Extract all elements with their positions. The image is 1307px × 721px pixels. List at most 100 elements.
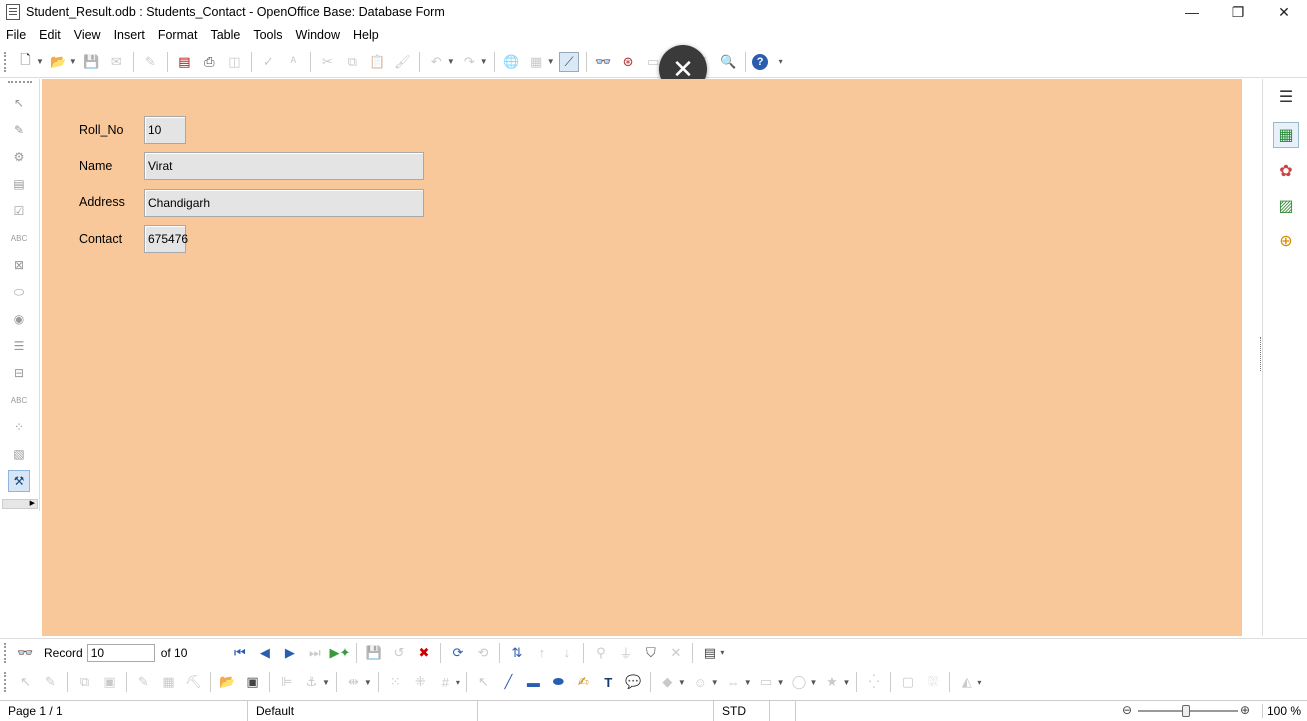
list-box-icon[interactable]: ☰ [8, 335, 30, 357]
combo-box-icon[interactable]: ⊟ [8, 362, 30, 384]
last-record-icon[interactable]: ⏭ [305, 643, 325, 663]
callout-shapes-icon[interactable]: ◯ [789, 672, 809, 692]
find-record-icon[interactable]: 👓 [16, 643, 36, 663]
chevron-down-icon[interactable]: ▼ [777, 678, 785, 687]
page-style-indicator[interactable]: Default [248, 700, 478, 721]
print-preview-icon[interactable]: ◫ [224, 52, 244, 72]
toolbar-grip[interactable] [8, 81, 32, 84]
toolbar-overflow-icon[interactable]: ▾ [779, 57, 783, 66]
wizards-icon[interactable]: ⚒ [8, 470, 30, 492]
first-record-icon[interactable]: ⏮ [230, 643, 250, 663]
address-field[interactable]: Chandigarh [144, 189, 424, 217]
chevron-down-icon[interactable]: ▼ [547, 57, 555, 66]
block-arrows-icon[interactable]: ⇔ [723, 672, 743, 692]
design-mode-icon[interactable]: ✎ [8, 119, 30, 141]
chevron-down-icon[interactable]: ▼ [322, 678, 330, 687]
helplines-icon[interactable]: # [435, 672, 455, 692]
menu-tools[interactable]: Tools [253, 28, 282, 42]
cut-icon[interactable]: ✂ [317, 52, 337, 72]
grid-icon[interactable]: ⁙ [385, 672, 405, 692]
zoom-level[interactable]: 100 % [1262, 704, 1301, 718]
toolbar-overflow-icon[interactable]: ▾ [456, 678, 460, 687]
find-binoculars-icon[interactable]: 👓 [593, 52, 613, 72]
autospell-icon[interactable]: ᴬ [283, 52, 303, 72]
menu-file[interactable]: File [6, 28, 26, 42]
sort-descending-icon[interactable]: ↓ [557, 643, 577, 663]
maximize-button[interactable]: ❐ [1215, 0, 1261, 24]
draw-functions-icon[interactable]: ⟋ [559, 51, 580, 72]
sidebar-menu-icon[interactable]: ☰ [1273, 84, 1299, 110]
from-file-icon[interactable]: ⛆ [923, 672, 943, 692]
properties-icon[interactable]: ▦ [1273, 122, 1299, 148]
menu-window[interactable]: Window [296, 28, 340, 42]
page-indicator[interactable]: Page 1 / 1 [0, 700, 248, 721]
freeform-line-icon[interactable]: ✍ [573, 672, 593, 692]
chevron-down-icon[interactable]: ▼ [810, 678, 818, 687]
help-icon[interactable]: ? [752, 53, 769, 70]
chevron-down-icon[interactable]: ▼ [480, 57, 488, 66]
styles-icon[interactable]: ✿ [1273, 158, 1299, 184]
rectangle-icon[interactable]: ▬ [523, 672, 543, 692]
form-properties-icon[interactable]: ▤ [8, 173, 30, 195]
menu-edit[interactable]: Edit [39, 28, 61, 42]
navigator-compass-icon[interactable]: ⊕ [1273, 228, 1299, 254]
new-document-icon[interactable]: 🗋 [16, 52, 36, 72]
redo-icon[interactable]: ↷ [459, 52, 479, 72]
export-pdf-icon[interactable]: ▤ [174, 52, 194, 72]
menu-table[interactable]: Table [210, 28, 240, 42]
open-design-folder-icon[interactable]: 📂 [218, 672, 238, 692]
select-icon[interactable]: ↖ [16, 672, 36, 692]
spellcheck-icon[interactable]: ✓ [258, 52, 278, 72]
data-source-as-table-icon[interactable]: ▤ [700, 643, 720, 663]
sort-ascending-icon[interactable]: ↑ [532, 643, 552, 663]
checkbox-icon[interactable]: ☑ [8, 200, 30, 222]
vertical-scrollbar[interactable] [1242, 79, 1262, 636]
save-icon[interactable]: 💾 [81, 52, 101, 72]
callouts-icon[interactable]: 💬 [623, 672, 643, 692]
selection-mode-indicator[interactable]: STD [714, 700, 770, 721]
toolbar-overflow-icon[interactable]: ▾ [977, 678, 981, 687]
toolbar-grip[interactable] [4, 51, 7, 72]
autofilter-icon[interactable]: ⚲ [591, 643, 611, 663]
reset-filter-icon[interactable]: ✕ [666, 643, 686, 663]
formatted-field-icon[interactable]: ⊠ [8, 254, 30, 276]
zoom-out-icon[interactable]: ⊖ [1122, 703, 1132, 717]
undo-icon[interactable]: ↶ [426, 52, 446, 72]
navigator-icon[interactable]: ⊛ [618, 52, 638, 72]
refresh-control-icon[interactable]: ⟲ [473, 643, 493, 663]
sidebar-resize-handle[interactable] [1260, 337, 1265, 371]
bring-to-front-icon[interactable]: ⧉ [75, 672, 95, 692]
new-record-icon[interactable]: ▶✦ [329, 643, 350, 663]
record-number-input[interactable]: 10 [86, 643, 155, 662]
label-field-icon[interactable]: ABC [8, 389, 30, 411]
open-folder-icon[interactable]: 📂 [48, 52, 68, 72]
ellipse-icon[interactable]: ⬬ [548, 672, 568, 692]
close-window-button[interactable]: ✕ [1261, 0, 1307, 24]
contact-field[interactable]: 675476 [144, 225, 188, 253]
position-size-icon[interactable]: ⇹ [343, 672, 363, 692]
fontwork-icon[interactable]: ▢ [898, 672, 918, 692]
toolbar-scroll-arrow[interactable]: ▶ [2, 499, 38, 509]
refresh-icon[interactable]: ⟳ [448, 643, 468, 663]
minimize-button[interactable]: — [1169, 0, 1215, 24]
stars-icon[interactable]: ★ [822, 672, 842, 692]
form-page[interactable]: Roll_No 10 Name Virat Address Chandigarh… [42, 79, 1242, 636]
toolbar-grip[interactable] [4, 642, 7, 663]
align-icon[interactable]: ⊫ [277, 672, 297, 692]
chevron-down-icon[interactable]: ▼ [744, 678, 752, 687]
extrusion-icon[interactable]: ◭ [957, 672, 977, 692]
copy-icon[interactable]: ⧉ [342, 52, 362, 72]
name-field[interactable]: Virat [144, 152, 424, 180]
gallery-icon[interactable]: ▨ [1273, 193, 1299, 219]
chevron-down-icon[interactable]: ▼ [447, 57, 455, 66]
hyperlink-icon[interactable]: 🌐 [501, 52, 521, 72]
control-properties-icon[interactable]: ⚙ [8, 146, 30, 168]
apply-filter-icon[interactable]: ⏚ [616, 643, 636, 663]
paste-icon[interactable]: 📋 [367, 52, 387, 72]
form-filter-icon[interactable]: ⛉ [641, 643, 661, 663]
design-mode-icon[interactable]: ✎ [41, 672, 61, 692]
edit-file-icon[interactable]: ✎ [140, 52, 160, 72]
send-to-back-icon[interactable]: ▣ [100, 672, 120, 692]
more-controls-icon[interactable]: ⁘ [8, 416, 30, 438]
chevron-down-icon[interactable]: ▼ [69, 57, 77, 66]
